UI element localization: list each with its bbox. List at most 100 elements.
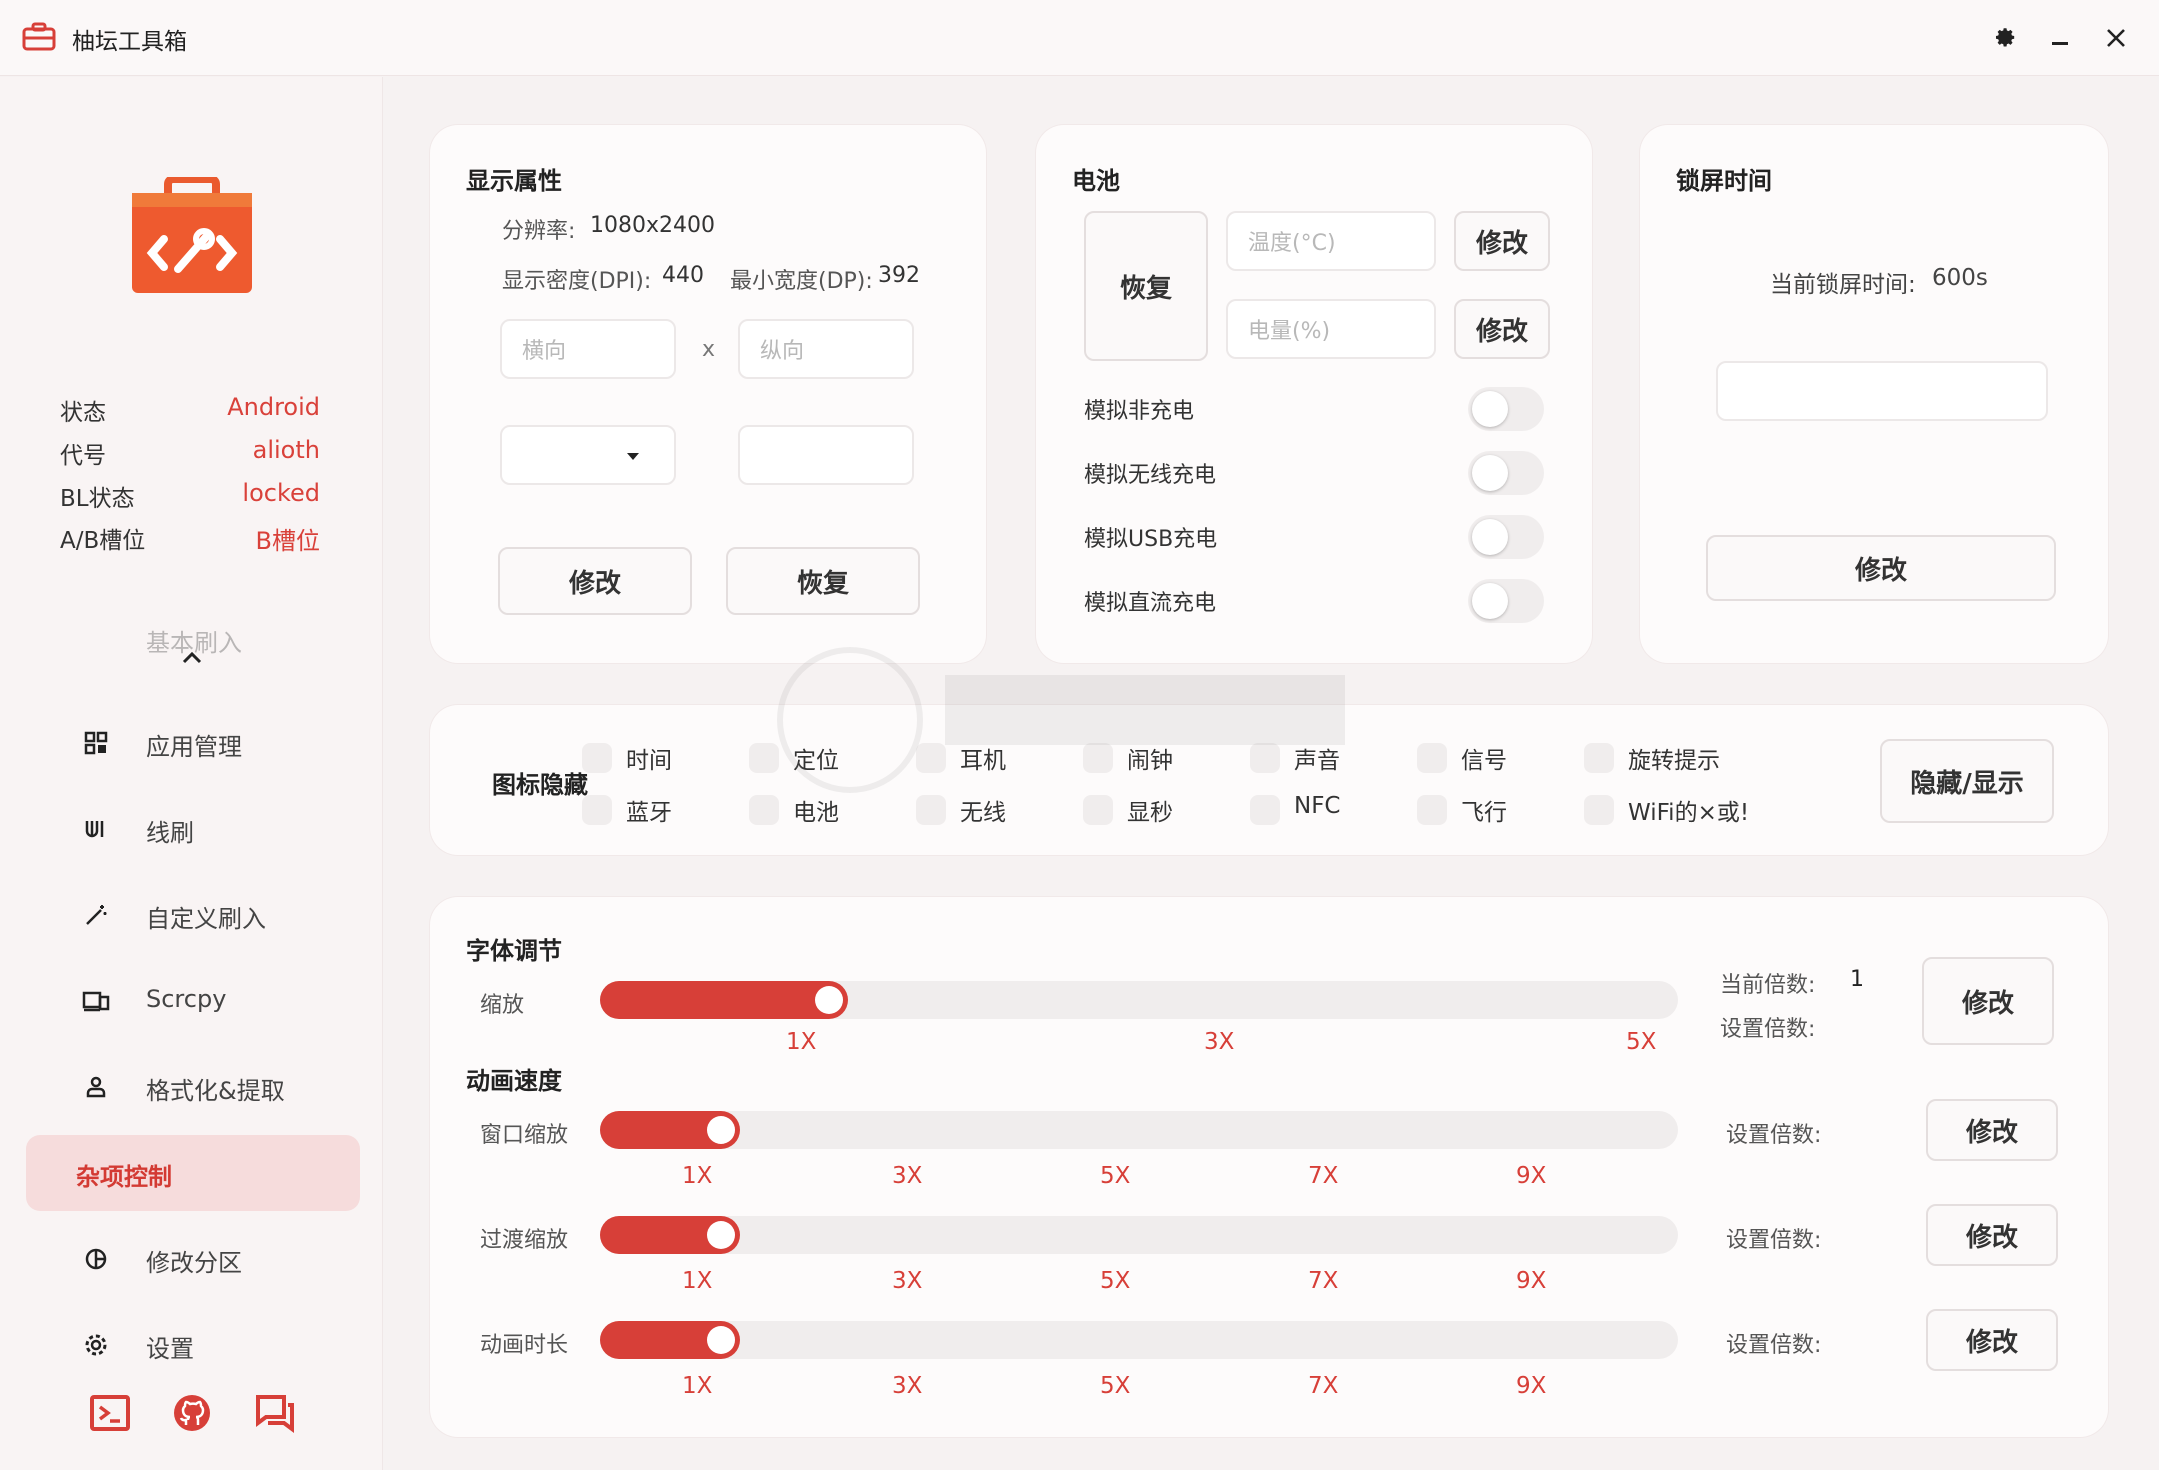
toggle-usb-charging[interactable]	[1468, 515, 1544, 559]
info-key: 状态	[60, 400, 106, 426]
nav-item-modify-partition[interactable]: 修改分区	[26, 1221, 360, 1297]
tick-label: 1X	[682, 1268, 713, 1294]
temperature-modify-button[interactable]: 修改	[1454, 211, 1550, 271]
hide-show-button[interactable]: 隐藏/显示	[1880, 739, 2054, 823]
icon-hide-label: 时间	[626, 748, 672, 774]
dpi-value-input[interactable]	[738, 425, 914, 485]
icon-hide-checkbox[interactable]	[1584, 743, 1614, 773]
card-title: 字体调节	[466, 937, 562, 965]
info-bl-state: BL状态 locked	[60, 473, 320, 513]
slider-thumb[interactable]	[815, 986, 843, 1014]
icon-hide-checkbox[interactable]	[1250, 795, 1280, 825]
nav-label: 自定义刷入	[146, 905, 266, 933]
chevron-up-icon[interactable]	[180, 650, 204, 666]
tick-label: 1X	[786, 1029, 817, 1055]
lock-time-input[interactable]	[1716, 361, 2048, 421]
tick-label: 9X	[1516, 1268, 1547, 1294]
icon-hide-checkbox[interactable]	[1083, 795, 1113, 825]
temperature-input[interactable]: 温度(°C)	[1226, 211, 1436, 271]
nav-item-misc-control[interactable]: 杂项控制	[26, 1135, 360, 1211]
anim-modify-button[interactable]: 修改	[1926, 1309, 2058, 1371]
dpi-select[interactable]	[500, 425, 676, 485]
toggle-knob	[1472, 391, 1508, 427]
wand-icon	[82, 901, 110, 929]
icon-hide-label: 旋转提示	[1628, 748, 1720, 774]
min-width-value: 392	[878, 263, 920, 288]
chat-icon[interactable]	[252, 1391, 296, 1435]
terminal-icon[interactable]	[88, 1391, 132, 1435]
slider-thumb[interactable]	[707, 1221, 735, 1249]
info-value: locked	[242, 479, 320, 507]
icon-hide-checkbox[interactable]	[582, 795, 612, 825]
nav-item-line-flash[interactable]: 线刷	[26, 791, 360, 867]
toggle-knob	[1472, 455, 1508, 491]
icon-hide-checkbox[interactable]	[1417, 743, 1447, 773]
icon-hide-checkbox[interactable]	[916, 743, 946, 773]
settings-button[interactable]	[1986, 20, 2022, 56]
battery-restore-button[interactable]: 恢复	[1084, 211, 1208, 361]
icon-hide-label: WiFi的×或!	[1628, 800, 1750, 826]
tick-label: 1X	[682, 1373, 713, 1399]
title-bar: 柚坛工具箱	[0, 0, 2159, 76]
tick-label: 7X	[1308, 1373, 1339, 1399]
icon-hide-label: 显秒	[1127, 800, 1173, 826]
tick-label: 9X	[1516, 1373, 1547, 1399]
nav-item-app-manage[interactable]: 应用管理	[26, 705, 360, 781]
times-sign: x	[702, 337, 716, 362]
gear-icon	[1995, 28, 2015, 47]
battery-level-input[interactable]: 电量(%)	[1226, 299, 1436, 359]
icon-hide-checkbox[interactable]	[1083, 743, 1113, 773]
slider-thumb[interactable]	[707, 1326, 735, 1354]
info-key: A/B槽位	[60, 528, 146, 554]
info-state: 状态 Android	[60, 387, 320, 427]
anim-modify-button[interactable]: 修改	[1926, 1204, 2058, 1266]
scale-label: 缩放	[480, 993, 525, 1018]
dpi-value: 440	[662, 263, 704, 288]
icon-hide-checkbox[interactable]	[1250, 743, 1280, 773]
anim-modify-button[interactable]: 修改	[1926, 1099, 2058, 1161]
landscape-input[interactable]: 横向	[500, 319, 676, 379]
portrait-input[interactable]: 纵向	[738, 319, 914, 379]
tick-label: 3X	[1204, 1029, 1235, 1055]
icon-hide-checkbox[interactable]	[749, 743, 779, 773]
github-icon[interactable]	[170, 1391, 214, 1435]
tick-label: 1X	[682, 1163, 713, 1189]
font-scale-slider[interactable]	[600, 981, 1678, 1019]
toggle-not-charging[interactable]	[1468, 387, 1544, 431]
cable-icon	[82, 815, 110, 843]
icon-hide-checkbox[interactable]	[1584, 795, 1614, 825]
toolbox-icon	[22, 22, 56, 51]
icon-hide-checkbox[interactable]	[916, 795, 946, 825]
icon-hide-label: 定位	[793, 748, 839, 774]
anim-row-label: 过渡缩放	[480, 1228, 569, 1253]
anim-slider[interactable]	[600, 1216, 1678, 1254]
lock-time-modify-button[interactable]: 修改	[1706, 535, 2056, 601]
slider-thumb[interactable]	[707, 1116, 735, 1144]
set-multiplier-label: 设置倍数:	[1726, 1333, 1822, 1358]
nav-item-settings[interactable]: 设置	[26, 1307, 360, 1383]
toggle-wireless-charging[interactable]	[1468, 451, 1544, 495]
icon-hide-checkbox[interactable]	[582, 743, 612, 773]
battery-level-modify-button[interactable]: 修改	[1454, 299, 1550, 359]
tick-label: 3X	[892, 1268, 923, 1294]
info-codename: 代号 alioth	[60, 430, 320, 470]
nav-label: 设置	[146, 1335, 194, 1363]
info-value: alioth	[252, 436, 320, 464]
font-modify-button[interactable]: 修改	[1922, 957, 2054, 1045]
nav-item-scrcpy[interactable]: Scrcpy	[26, 963, 360, 1039]
toggle-dc-charging[interactable]	[1468, 579, 1544, 623]
icon-hide-checkbox[interactable]	[749, 795, 779, 825]
icon-hide-checkbox[interactable]	[1417, 795, 1447, 825]
close-button[interactable]	[2098, 20, 2134, 56]
minimize-button[interactable]	[2042, 20, 2078, 56]
nav-item-custom-flash[interactable]: 自定义刷入	[26, 877, 360, 953]
lock-time-label: 当前锁屏时间:	[1770, 272, 1916, 298]
anim-row-label: 窗口缩放	[480, 1123, 569, 1148]
anim-slider[interactable]	[600, 1111, 1678, 1149]
grid-icon	[82, 729, 110, 757]
nav-item-format-extract[interactable]: 格式化&提取	[26, 1049, 360, 1125]
display-restore-button[interactable]: 恢复	[726, 547, 920, 615]
nav-label: 格式化&提取	[146, 1077, 285, 1105]
display-modify-button[interactable]: 修改	[498, 547, 692, 615]
anim-slider[interactable]	[600, 1321, 1678, 1359]
